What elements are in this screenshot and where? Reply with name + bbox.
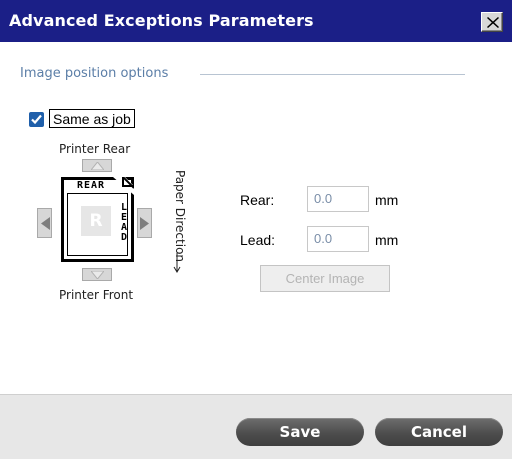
window-title: Advanced Exceptions Parameters [9,11,314,30]
rear-label: Rear: [240,192,275,208]
same-as-job-label[interactable]: Same as job [49,109,135,128]
arrow-left-icon [41,217,50,230]
rear-unit: mm [375,192,399,208]
lead-unit: mm [375,232,399,248]
center-image-button[interactable]: Center Image [260,265,390,292]
move-left-button[interactable] [37,208,52,238]
printer-rear-label: Printer Rear [59,142,131,156]
paper-direction-label: Paper Direction [173,170,187,263]
page-fold-icon [113,177,134,195]
rear-edge-label: REAR [77,180,106,191]
close-button[interactable] [481,12,503,32]
lead-label: Lead: [240,232,276,248]
lead-input[interactable]: 0.0 [307,226,369,252]
save-button[interactable]: Save [236,418,364,446]
same-as-job-checkbox[interactable] [29,112,44,127]
section-divider [200,74,465,75]
move-down-button[interactable] [82,268,112,281]
cancel-button[interactable]: Cancel [375,418,503,446]
arrow-down-icon [91,271,104,279]
printer-front-label: Printer Front [59,288,134,302]
rear-input[interactable]: 0.0 [307,186,369,212]
section-heading: Image position options [20,66,169,81]
lead-edge-label: LEAD [121,202,128,243]
move-up-button[interactable] [82,159,112,172]
arrow-right-icon [140,217,149,230]
close-icon [487,17,499,28]
checkmark-icon [31,114,42,125]
title-bar: Advanced Exceptions Parameters [0,0,512,42]
arrow-up-icon [91,162,104,170]
move-right-button[interactable] [137,208,152,238]
page-letter: R [81,206,111,236]
paper-direction-arrow-icon [173,253,181,273]
